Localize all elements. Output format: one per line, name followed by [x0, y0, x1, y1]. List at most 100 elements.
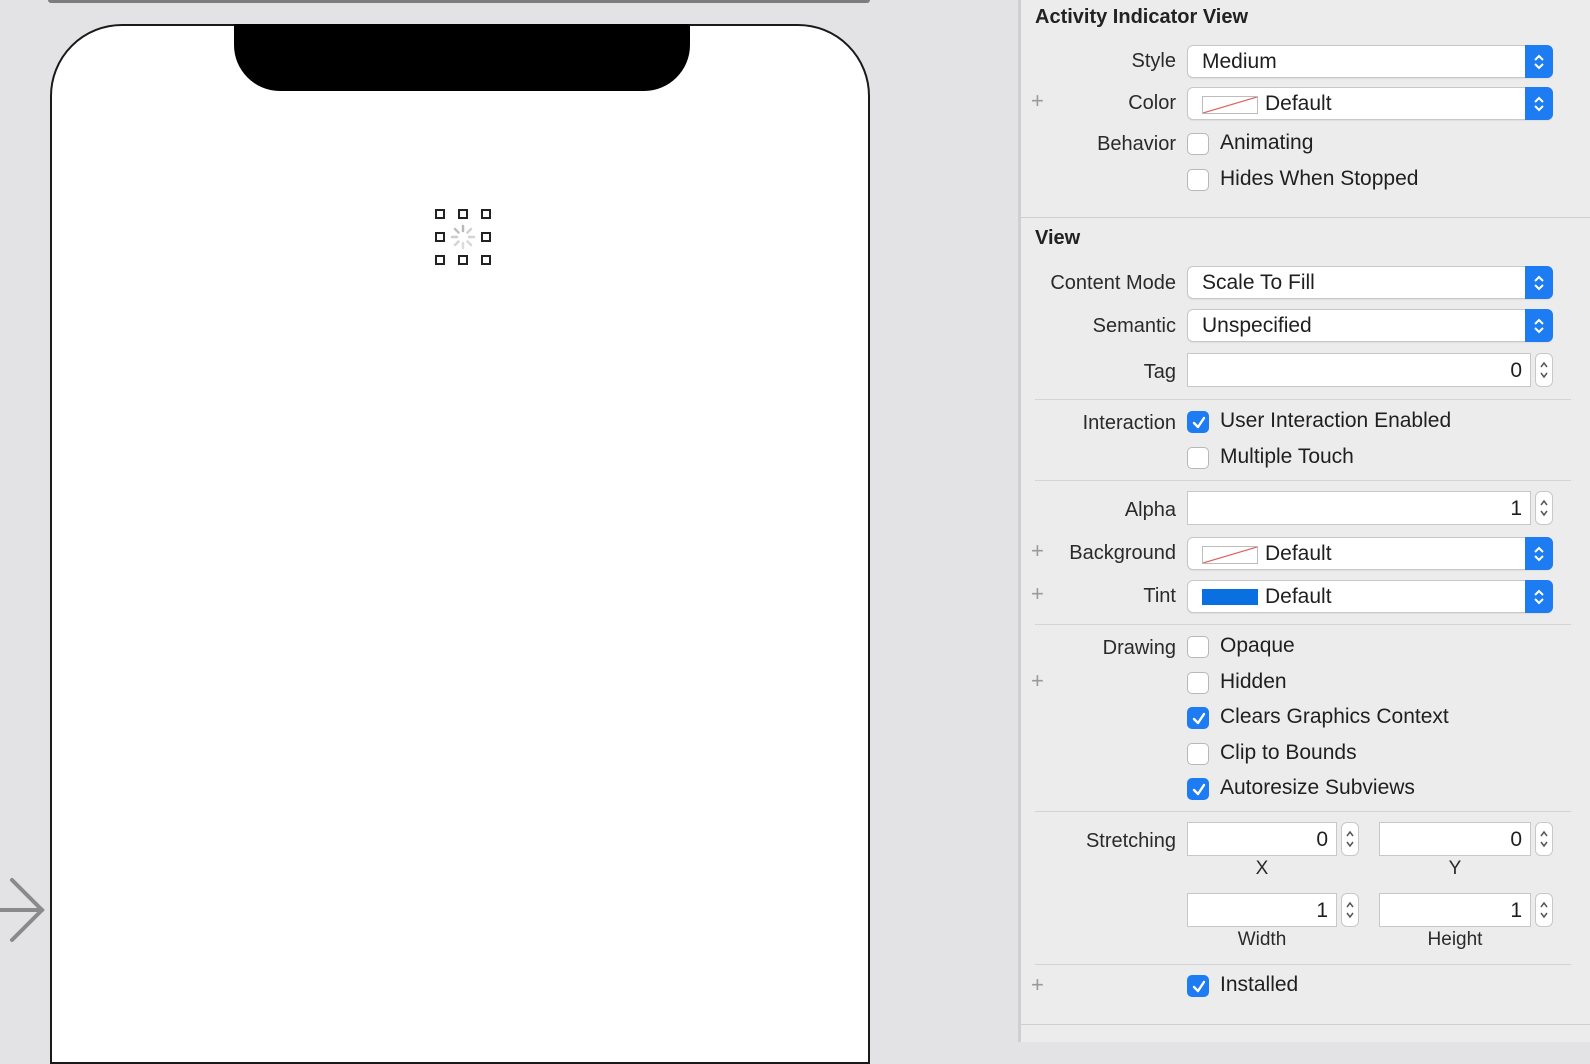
- stretching-y-value: 0: [1510, 828, 1522, 851]
- plus-icon[interactable]: +: [1031, 540, 1044, 562]
- divider: [1035, 399, 1571, 400]
- stretching-width-field[interactable]: 1: [1187, 893, 1337, 927]
- popup-arrows-icon: [1525, 266, 1553, 299]
- stretching-height-value: 1: [1510, 899, 1522, 922]
- popup-arrows-icon: [1525, 87, 1553, 120]
- resize-handle[interactable]: [458, 255, 468, 265]
- alpha-stepper[interactable]: [1535, 491, 1553, 525]
- multiple-touch-label: Multiple Touch: [1220, 445, 1354, 468]
- no-color-swatch: [1202, 96, 1258, 114]
- divider: [1035, 480, 1571, 481]
- clears-graphics-context-checkbox[interactable]: [1187, 707, 1209, 729]
- iphone-scene[interactable]: [50, 24, 870, 1064]
- hidden-checkbox[interactable]: [1187, 672, 1209, 694]
- user-interaction-enabled-checkbox[interactable]: [1187, 411, 1209, 433]
- stretching-width-label: Width: [1237, 929, 1287, 950]
- scene-top-edge: [48, 0, 870, 3]
- stretching-height-stepper[interactable]: [1535, 893, 1553, 927]
- stepper-icon: [1346, 830, 1354, 848]
- hides-when-stopped-checkbox[interactable]: [1187, 169, 1209, 191]
- stretching-y-label: Y: [1448, 858, 1462, 879]
- resize-handle[interactable]: [481, 209, 491, 219]
- animating-label: Animating: [1220, 131, 1314, 154]
- plus-icon[interactable]: +: [1031, 974, 1044, 996]
- resize-handle[interactable]: [481, 255, 491, 265]
- plus-icon[interactable]: +: [1031, 90, 1044, 112]
- color-popup[interactable]: Default: [1187, 87, 1553, 120]
- installed-label: Installed: [1220, 973, 1299, 996]
- divider: [1035, 624, 1571, 625]
- color-value: Default: [1265, 92, 1332, 115]
- interaction-label: Interaction: [1082, 412, 1176, 434]
- stretching-y-stepper[interactable]: [1535, 822, 1553, 856]
- drawing-label: Drawing: [1102, 637, 1176, 659]
- animating-checkbox[interactable]: [1187, 133, 1209, 155]
- stepper-icon: [1540, 901, 1548, 919]
- opaque-checkbox[interactable]: [1187, 636, 1209, 658]
- tag-field[interactable]: 0: [1187, 353, 1531, 387]
- activity-indicator-selection[interactable]: [435, 209, 491, 265]
- resize-handle[interactable]: [435, 232, 445, 242]
- semantic-label: Semantic: [1092, 315, 1176, 337]
- semantic-popup[interactable]: Unspecified: [1187, 309, 1553, 342]
- resize-handle[interactable]: [435, 209, 445, 219]
- style-popup[interactable]: Medium: [1187, 45, 1553, 78]
- style-label: Style: [1131, 50, 1176, 72]
- stretching-x-stepper[interactable]: [1341, 822, 1359, 856]
- behavior-label: Behavior: [1097, 133, 1176, 155]
- installed-checkbox[interactable]: [1187, 975, 1209, 997]
- entry-point-arrow-icon[interactable]: [0, 876, 48, 944]
- device-notch: [234, 24, 690, 91]
- user-interaction-enabled-label: User Interaction Enabled: [1220, 409, 1452, 432]
- activity-indicator-icon: [450, 224, 476, 250]
- alpha-field[interactable]: 1: [1187, 491, 1531, 525]
- storyboard-canvas[interactable]: [0, 0, 1018, 1064]
- content-mode-label: Content Mode: [1050, 272, 1176, 294]
- checkmark-icon: [1192, 783, 1206, 796]
- resize-handle[interactable]: [435, 255, 445, 265]
- section-divider: [1021, 1024, 1590, 1025]
- plus-icon[interactable]: +: [1031, 670, 1044, 692]
- clears-graphics-context-label: Clears Graphics Context: [1220, 705, 1449, 728]
- alpha-label: Alpha: [1124, 499, 1176, 521]
- section-title-activity: Activity Indicator View: [1035, 6, 1249, 28]
- resize-handle[interactable]: [481, 232, 491, 242]
- checkmark-icon: [1192, 980, 1206, 993]
- background-value: Default: [1265, 542, 1332, 565]
- tint-color-swatch: [1202, 589, 1258, 605]
- stepper-icon: [1540, 499, 1548, 517]
- tint-label: Tint: [1143, 585, 1176, 607]
- content-mode-popup[interactable]: Scale To Fill: [1187, 266, 1553, 299]
- stretching-x-field[interactable]: 0: [1187, 822, 1337, 856]
- stretching-height-field[interactable]: 1: [1379, 893, 1531, 927]
- section-divider: [1021, 217, 1590, 218]
- background-label: Background: [1069, 542, 1176, 564]
- tag-stepper[interactable]: [1535, 353, 1553, 387]
- stretching-width-stepper[interactable]: [1341, 893, 1359, 927]
- stepper-icon: [1346, 901, 1354, 919]
- divider: [1035, 964, 1571, 965]
- clip-to-bounds-checkbox[interactable]: [1187, 743, 1209, 765]
- popup-arrows-icon: [1525, 537, 1553, 570]
- style-value: Medium: [1202, 50, 1277, 73]
- content-mode-value: Scale To Fill: [1202, 271, 1315, 294]
- clip-to-bounds-label: Clip to Bounds: [1220, 741, 1357, 764]
- autoresize-subviews-checkbox[interactable]: [1187, 778, 1209, 800]
- plus-icon[interactable]: +: [1031, 583, 1044, 605]
- background-popup[interactable]: Default: [1187, 537, 1553, 570]
- divider: [1035, 811, 1571, 812]
- tag-value: 0: [1510, 359, 1522, 382]
- color-label: Color: [1128, 92, 1176, 114]
- tint-value: Default: [1265, 585, 1332, 608]
- opaque-label: Opaque: [1220, 634, 1295, 657]
- multiple-touch-checkbox[interactable]: [1187, 447, 1209, 469]
- alpha-value: 1: [1510, 497, 1522, 520]
- resize-handle[interactable]: [458, 209, 468, 219]
- tint-popup[interactable]: Default: [1187, 580, 1553, 613]
- checkmark-icon: [1192, 712, 1206, 725]
- stepper-icon: [1540, 361, 1548, 379]
- stretching-label: Stretching: [1085, 830, 1176, 852]
- stretching-x-value: 0: [1316, 828, 1328, 851]
- stretching-y-field[interactable]: 0: [1379, 822, 1531, 856]
- no-color-swatch: [1202, 546, 1258, 564]
